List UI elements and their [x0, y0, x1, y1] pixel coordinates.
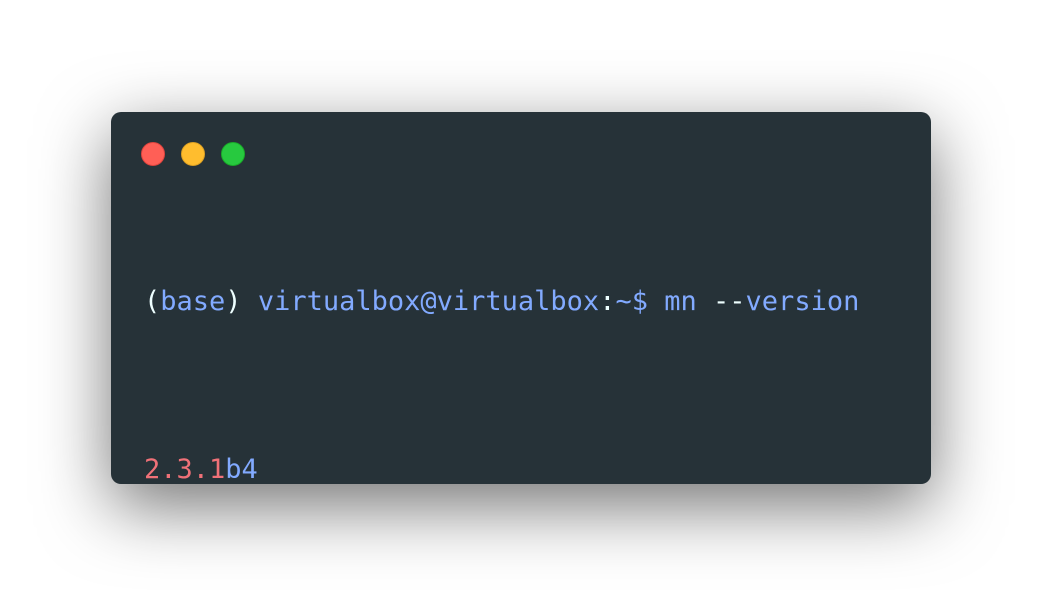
prompt-close-paren: ) — [225, 286, 242, 317]
output-line: 2.3.1b4 — [144, 452, 859, 484]
version-number: 2.3.1 — [144, 454, 226, 484]
prompt-env-name: base — [160, 286, 226, 317]
version-suffix: b4 — [225, 454, 258, 484]
command-space — [697, 286, 713, 317]
command-name: mn — [664, 286, 697, 317]
command-line: (base) virtualbox@virtualbox:~$ mn --ver… — [144, 284, 859, 320]
command-flag-dashes: -- — [713, 286, 746, 317]
screenshot-background: (base) virtualbox@virtualbox:~$ mn --ver… — [0, 0, 1042, 596]
maximize-window-button[interactable] — [221, 142, 245, 166]
window-titlebar — [111, 112, 931, 196]
terminal-output: (base) virtualbox@virtualbox:~$ mn --ver… — [144, 212, 859, 484]
prompt-user-host: virtualbox@virtualbox — [257, 286, 600, 317]
close-window-button[interactable] — [141, 142, 165, 166]
prompt-colon: : — [599, 286, 616, 317]
terminal-window: (base) virtualbox@virtualbox:~$ mn --ver… — [111, 112, 931, 484]
prompt-open-paren: ( — [144, 286, 161, 317]
command-flag: version — [745, 286, 860, 317]
prompt-path: ~$ — [615, 286, 648, 317]
minimize-window-button[interactable] — [181, 142, 205, 166]
